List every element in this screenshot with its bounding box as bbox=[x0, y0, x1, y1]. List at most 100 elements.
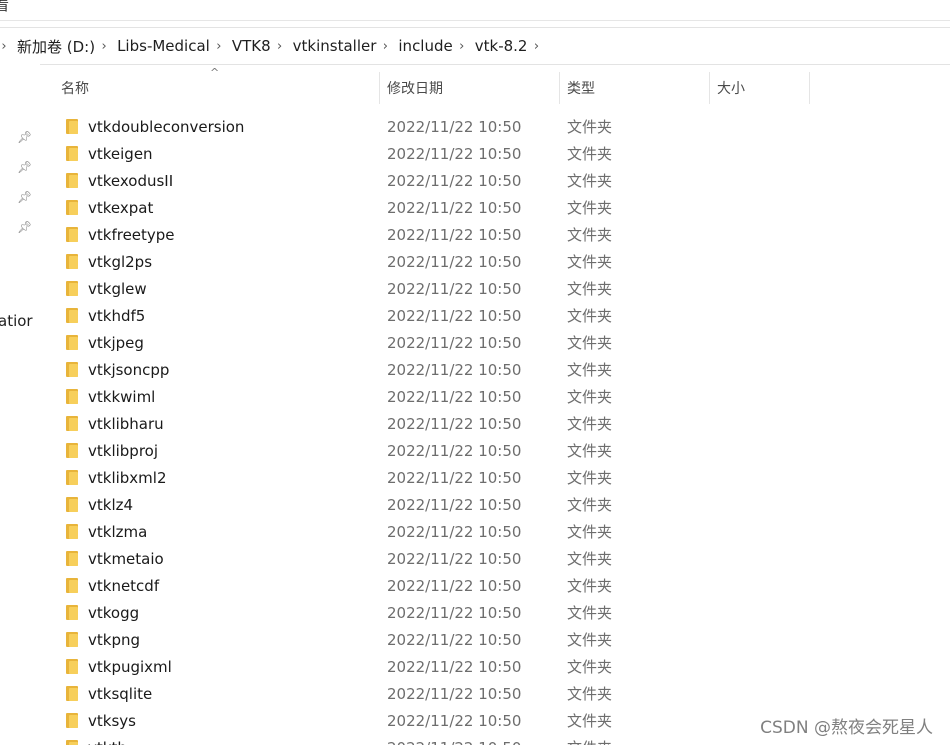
folder-icon bbox=[66, 200, 78, 215]
list-item[interactable]: vtkogg 2022/11/22 10:50 文件夹 bbox=[60, 599, 940, 626]
list-item[interactable]: vtkglew 2022/11/22 10:50 文件夹 bbox=[60, 275, 940, 302]
file-name: vtkpugixml bbox=[88, 657, 172, 676]
file-name: vtklibxml2 bbox=[88, 468, 167, 487]
folder-icon bbox=[66, 713, 78, 728]
modified-date: 2022/11/22 10:50 bbox=[387, 684, 522, 703]
file-type: 文件夹 bbox=[567, 658, 613, 676]
file-name: vtkexpat bbox=[88, 198, 154, 217]
list-item[interactable]: vtkpng 2022/11/22 10:50 文件夹 bbox=[60, 626, 940, 653]
file-name: vtkmetaio bbox=[88, 549, 164, 568]
breadcrumb-item[interactable]: Libs-Medical bbox=[117, 37, 210, 55]
chevron-right-icon[interactable]: › bbox=[380, 39, 390, 54]
modified-date: 2022/11/22 10:50 bbox=[387, 630, 522, 649]
column-header-date[interactable]: 修改日期 bbox=[380, 72, 560, 104]
breadcrumb-item[interactable]: include bbox=[398, 37, 452, 55]
file-type: 文件夹 bbox=[567, 415, 613, 433]
list-item[interactable]: vtkkwiml 2022/11/22 10:50 文件夹 bbox=[60, 383, 940, 410]
list-item[interactable]: vtkmetaio 2022/11/22 10:50 文件夹 bbox=[60, 545, 940, 572]
ribbon-remnant: 看 bbox=[0, 0, 950, 21]
list-item[interactable]: vtkexodusII 2022/11/22 10:50 文件夹 bbox=[60, 167, 940, 194]
watermark: CSDN @熬夜会死星人 bbox=[760, 718, 933, 738]
column-header-name[interactable]: 名称 bbox=[54, 72, 380, 104]
file-name: vtksqlite bbox=[88, 684, 153, 703]
file-type: 文件夹 bbox=[567, 442, 613, 460]
file-type: 文件夹 bbox=[567, 737, 612, 745]
folder-icon bbox=[66, 389, 78, 404]
list-item[interactable]: vtkgl2ps 2022/11/22 10:50 文件夹 bbox=[60, 248, 940, 275]
chevron-right-icon[interactable]: › bbox=[214, 39, 224, 54]
folder-icon bbox=[66, 281, 78, 296]
list-item[interactable]: vtklibproj 2022/11/22 10:50 文件夹 bbox=[60, 437, 940, 464]
file-type: 文件夹 bbox=[567, 469, 613, 487]
file-type: 文件夹 bbox=[567, 388, 613, 406]
modified-date: 2022/11/22 10:50 bbox=[387, 360, 522, 379]
breadcrumb-item[interactable]: 新加卷 (D:) bbox=[17, 36, 95, 57]
folder-icon bbox=[66, 551, 78, 566]
file-name: vtkjpeg bbox=[88, 333, 144, 352]
list-item[interactable]: vtkpugixml 2022/11/22 10:50 文件夹 bbox=[60, 653, 940, 680]
breadcrumb-item[interactable]: VTK8 bbox=[232, 37, 271, 55]
modified-date: 2022/11/22 10:50 bbox=[387, 306, 522, 325]
pin-icon: 📌︎ bbox=[17, 220, 33, 234]
list-item[interactable]: vtklibharu 2022/11/22 10:50 文件夹 bbox=[60, 410, 940, 437]
breadcrumb-item[interactable]: vtkinstaller bbox=[293, 37, 377, 55]
folder-icon bbox=[66, 605, 78, 620]
chevron-right-icon[interactable]: › bbox=[99, 39, 109, 54]
file-type: 文件夹 bbox=[567, 604, 613, 622]
chevron-right-icon[interactable]: › bbox=[0, 39, 9, 54]
chevron-right-icon[interactable]: › bbox=[457, 39, 467, 54]
column-type-label: 类型 bbox=[567, 81, 595, 97]
file-type: 文件夹 bbox=[567, 199, 613, 217]
folder-icon bbox=[66, 524, 78, 539]
file-name: vtkdoubleconversion bbox=[88, 117, 245, 136]
list-item[interactable]: vtkhdf5 2022/11/22 10:50 文件夹 bbox=[60, 302, 940, 329]
list-item[interactable]: vtklzma 2022/11/22 10:50 文件夹 bbox=[60, 518, 940, 545]
list-item[interactable]: vtkfreetype 2022/11/22 10:50 文件夹 bbox=[60, 221, 940, 248]
file-name: vtkeigen bbox=[88, 144, 153, 163]
file-name: vtkgl2ps bbox=[88, 252, 153, 271]
pin-icon: 📌︎ bbox=[17, 130, 33, 144]
file-type: 文件夹 bbox=[567, 496, 613, 514]
folder-icon bbox=[66, 470, 78, 485]
file-name: vtkfreetype bbox=[88, 225, 175, 244]
file-name: vtkjsoncpp bbox=[88, 360, 170, 379]
folder-icon bbox=[66, 362, 78, 377]
folder-icon bbox=[66, 686, 78, 701]
file-type: 文件夹 bbox=[567, 631, 613, 649]
ribbon-partial-label: 看 bbox=[0, 0, 10, 14]
file-name: vtksys bbox=[88, 711, 136, 730]
chevron-right-icon[interactable]: › bbox=[531, 39, 541, 54]
file-name: vtkth bbox=[88, 739, 127, 745]
column-header-size[interactable]: 大小 bbox=[710, 72, 810, 104]
list-item[interactable]: vtkjsoncpp 2022/11/22 10:50 文件夹 bbox=[60, 356, 940, 383]
modified-date: 2022/11/22 10:50 bbox=[387, 414, 522, 433]
chevron-right-icon[interactable]: › bbox=[275, 39, 285, 54]
file-type: 文件夹 bbox=[567, 685, 613, 703]
modified-date: 2022/11/22 10:50 bbox=[387, 333, 522, 352]
nav-item-label[interactable]: atior bbox=[0, 312, 33, 330]
folder-icon bbox=[66, 173, 78, 188]
list-item[interactable]: vtknetcdf 2022/11/22 10:50 文件夹 bbox=[60, 572, 940, 599]
file-type: 文件夹 bbox=[567, 523, 613, 541]
file-name: vtkexodusII bbox=[88, 171, 174, 190]
folder-icon bbox=[66, 740, 78, 745]
file-name: vtkpng bbox=[88, 630, 140, 649]
list-item[interactable]: vtksqlite 2022/11/22 10:50 文件夹 bbox=[60, 680, 940, 707]
file-type: 文件夹 bbox=[567, 118, 613, 136]
list-item[interactable]: vtkjpeg 2022/11/22 10:50 文件夹 bbox=[60, 329, 940, 356]
file-type: 文件夹 bbox=[567, 253, 613, 271]
breadcrumb-item[interactable]: vtk-8.2 bbox=[475, 37, 528, 55]
column-header-type[interactable]: 类型 bbox=[560, 72, 710, 104]
list-item[interactable]: vtkeigen 2022/11/22 10:50 文件夹 bbox=[60, 140, 940, 167]
file-type: 文件夹 bbox=[567, 577, 613, 595]
list-item[interactable]: vtkexpat 2022/11/22 10:50 文件夹 bbox=[60, 194, 940, 221]
file-name: vtknetcdf bbox=[88, 576, 160, 595]
list-item[interactable]: vtklz4 2022/11/22 10:50 文件夹 bbox=[60, 491, 940, 518]
folder-icon bbox=[66, 335, 78, 350]
column-date-label: 修改日期 bbox=[387, 81, 443, 97]
folder-icon bbox=[66, 443, 78, 458]
list-item[interactable]: vtkdoubleconversion 2022/11/22 10:50 文件夹 bbox=[60, 113, 940, 140]
column-divider[interactable] bbox=[809, 72, 810, 104]
list-item[interactable]: vtklibxml2 2022/11/22 10:50 文件夹 bbox=[60, 464, 940, 491]
address-bar[interactable]: › 新加卷 (D:) › Libs-Medical › VTK8 › vtkinstaller… bbox=[0, 27, 950, 65]
